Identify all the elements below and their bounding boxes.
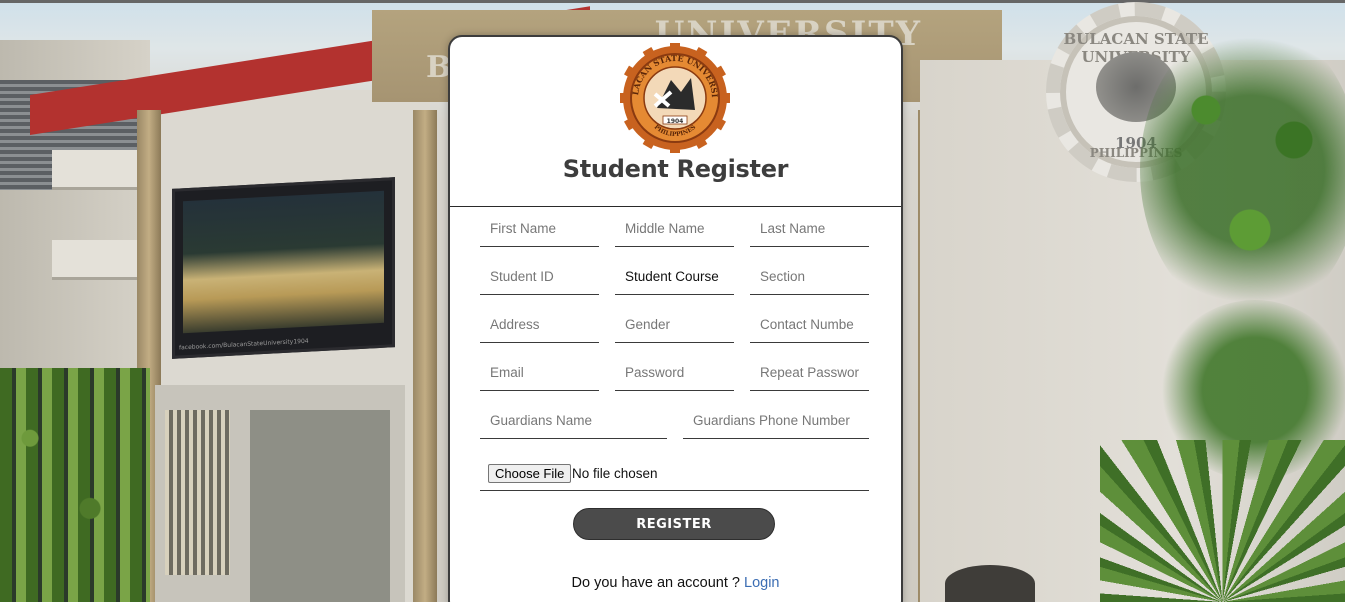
tree	[1140, 20, 1345, 320]
file-upload-row: Choose File No file chosen	[480, 457, 869, 491]
repeat-password-field	[750, 353, 869, 391]
repeat-password-input[interactable]	[750, 353, 869, 390]
card-header: 1904 BULACAN STATE UNIVERSITY PHILIPPINE…	[450, 37, 901, 207]
page-title: Student Register	[562, 155, 789, 183]
register-card: 1904 BULACAN STATE UNIVERSITY PHILIPPINE…	[448, 35, 903, 602]
contact-number-input[interactable]	[750, 305, 869, 342]
guardians-phone-field	[683, 401, 869, 439]
seal-year: 1904	[667, 118, 684, 125]
gender-field	[615, 305, 734, 343]
email-input[interactable]	[480, 353, 599, 390]
first-name-input[interactable]	[480, 209, 599, 246]
middle-name-input[interactable]	[615, 209, 734, 246]
gender-input[interactable]	[615, 305, 734, 342]
guardians-phone-input[interactable]	[683, 401, 869, 438]
gate	[165, 410, 230, 575]
first-name-field	[480, 209, 599, 247]
rock	[945, 565, 1035, 602]
green-wall	[0, 368, 150, 602]
guardians-name-input[interactable]	[480, 401, 667, 438]
billboard-image	[183, 190, 384, 334]
student-id-field	[480, 257, 599, 295]
university-seal-icon: 1904 BULACAN STATE UNIVERSITY PHILIPPINE…	[620, 43, 730, 153]
address-field	[480, 305, 599, 343]
contact-number-field	[750, 305, 869, 343]
login-prompt-text: Do you have an account ?	[571, 575, 740, 591]
file-status-text: No file chosen	[572, 466, 658, 481]
guardians-name-field	[480, 401, 667, 439]
login-prompt: Do you have an account ? Login	[450, 575, 901, 591]
last-name-input[interactable]	[750, 209, 869, 246]
choose-file-button[interactable]: Choose File	[488, 464, 572, 483]
email-field	[480, 353, 599, 391]
billboard-caption: facebook.com/BulacanStateUniversity1904	[179, 337, 309, 352]
palm-plant	[1100, 440, 1345, 602]
student-id-input[interactable]	[480, 257, 599, 294]
student-course-field	[615, 257, 734, 295]
section-input[interactable]	[750, 257, 869, 294]
login-link[interactable]: Login	[744, 575, 779, 591]
address-input[interactable]	[480, 305, 599, 342]
balcony	[52, 240, 147, 280]
section-field	[750, 257, 869, 295]
doorway	[250, 410, 390, 602]
balcony	[52, 150, 147, 190]
pillar	[413, 110, 437, 602]
register-button[interactable]: REGISTER	[573, 508, 775, 540]
last-name-field	[750, 209, 869, 247]
middle-name-field	[615, 209, 734, 247]
password-input[interactable]	[615, 353, 734, 390]
student-course-input[interactable]	[615, 257, 734, 294]
password-field	[615, 353, 734, 391]
billboard-screen: facebook.com/BulacanStateUniversity1904	[172, 177, 395, 359]
